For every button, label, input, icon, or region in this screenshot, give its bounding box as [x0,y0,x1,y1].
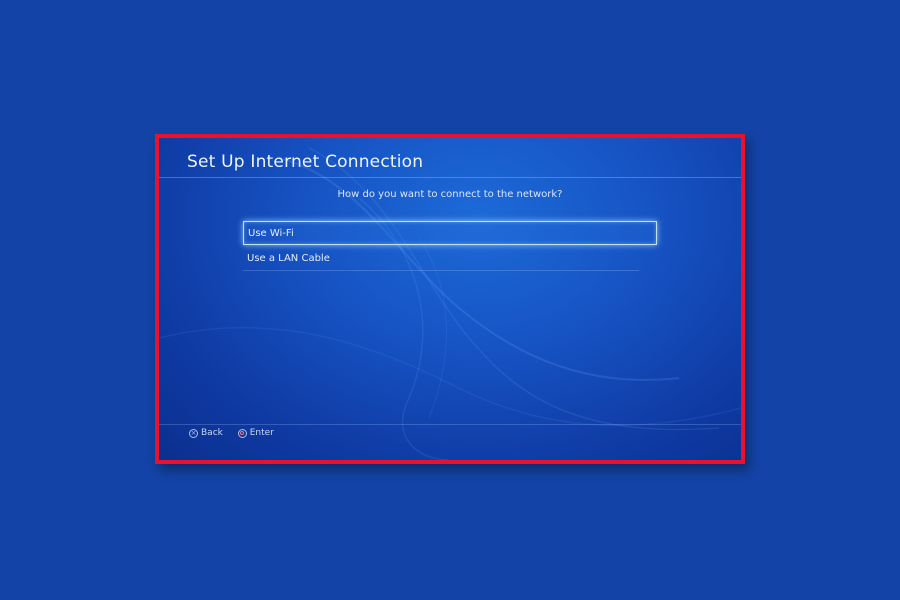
red-highlight-frame: Set Up Internet Connection How do you wa… [155,134,745,464]
option-label: Use a LAN Cable [247,253,330,264]
option-use-wifi[interactable]: Use Wi-Fi [243,221,657,245]
enter-hint[interactable]: Enter [237,428,274,439]
connection-options-list: Use Wi-Fi Use a LAN Cable [243,221,657,273]
option-use-lan-cable[interactable]: Use a LAN Cable [243,247,639,271]
back-label: Back [201,428,223,438]
footer-divider [159,424,741,425]
button-hints: × Back Enter [189,428,286,442]
title-divider [159,177,741,178]
circle-button-icon [237,428,247,438]
cross-button-icon: × [189,428,198,438]
background-waves [159,147,741,460]
enter-label: Enter [249,428,274,438]
page-title: Set Up Internet Connection [187,152,424,172]
connection-prompt: How do you want to connect to the networ… [337,189,563,200]
back-hint[interactable]: × Back [189,428,223,439]
page-background: Set Up Internet Connection How do you wa… [0,0,900,600]
option-label: Use Wi-Fi [248,228,294,239]
